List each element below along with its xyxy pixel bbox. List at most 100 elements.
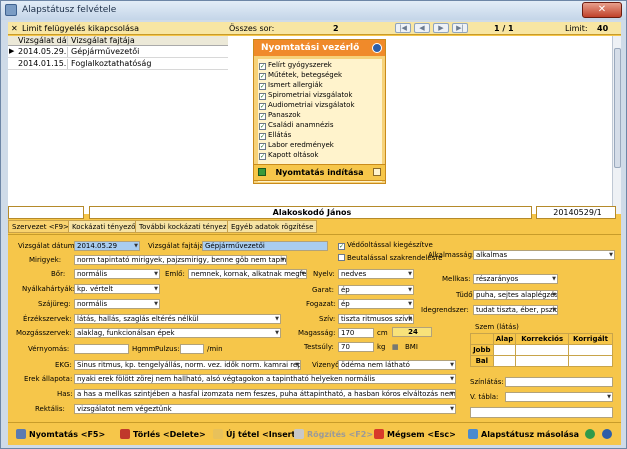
refresh-button[interactable] xyxy=(585,429,598,439)
delete-icon xyxy=(120,429,130,439)
fog-label: Fogazat: xyxy=(306,300,336,308)
grid-scrollbar[interactable] xyxy=(612,36,621,214)
erek-field[interactable]: nyaki erek fölött zörej nem hallható, al… xyxy=(74,374,456,384)
emlo-field[interactable]: nemnek, kornak, alkatnak megfelelő xyxy=(188,269,307,279)
tudo-field[interactable]: puha, sejtes alaplégzés xyxy=(473,290,558,300)
has-field[interactable]: a has a mellkas szintjében a hasfal izom… xyxy=(74,389,456,399)
referral-checkbox[interactable]: Beutalással szakrendelésre xyxy=(338,254,442,263)
bmi-value: 24 xyxy=(392,327,432,337)
mozg-field[interactable]: alaklag, funkcionálsan épek xyxy=(74,328,281,338)
check-icon xyxy=(258,168,266,176)
eye-cell[interactable] xyxy=(515,355,569,367)
new-label: Új tétel <Insert> xyxy=(226,430,303,439)
tab-kockazati[interactable]: Kockázati tényezők xyxy=(68,220,144,233)
suly-field[interactable]: 70 xyxy=(338,342,374,352)
cancel-button[interactable]: Mégsem <Esc> xyxy=(374,429,456,439)
bor-field[interactable]: normális xyxy=(74,269,160,279)
main-window: Alapstátusz felvétele ✕ ✕ Limit felügyel… xyxy=(0,0,627,449)
ekg-field[interactable]: Sinus ritmus, kp. tengelyállás, norm. ve… xyxy=(74,360,301,370)
has-label: Has: xyxy=(57,390,73,398)
szaj-field[interactable]: normális xyxy=(74,299,160,309)
exam-form: Vizsgálat dátuma: 2014.05.29 Vizsgálat f… xyxy=(8,234,621,421)
window-title: Alapstátusz felvétele xyxy=(22,5,117,15)
print-option[interactable]: ✓ Ismert allergiák xyxy=(259,81,323,90)
sziv-field[interactable]: tiszta ritmusos szívhangok xyxy=(338,314,414,324)
copy-button[interactable]: Alapstátusz másolása xyxy=(468,429,579,439)
print-button[interactable]: Nyomtatás <F5> xyxy=(16,429,105,439)
bmi-icon[interactable]: ▦ xyxy=(392,343,399,351)
vaccination-checkbox[interactable]: ✓ Védőoltással kiegészítve xyxy=(338,241,433,250)
save-button[interactable]: Rögzítés <F2> xyxy=(294,429,373,439)
eye-cell[interactable] xyxy=(492,355,517,367)
print-start-button[interactable]: Nyomtatás indítása xyxy=(253,164,386,181)
last-page-button[interactable]: ▶| xyxy=(452,23,468,33)
col-type-header[interactable]: Vizsgálat fajtája xyxy=(69,36,227,45)
close-x-icon[interactable]: ✕ xyxy=(11,24,18,33)
total-label: Összes sor: xyxy=(229,24,275,33)
panel-close-icon[interactable] xyxy=(372,43,382,53)
limit-value: 40 xyxy=(597,24,609,33)
next-page-button[interactable]: ▶ xyxy=(433,23,449,33)
first-page-button[interactable]: |◀ xyxy=(395,23,411,33)
tab-egyeb-adatok[interactable]: Egyéb adatok rögzítése xyxy=(227,220,318,233)
print-option[interactable]: ✓ Műtétek, betegségek xyxy=(259,71,342,80)
client-area: ✕ Limit felügyelés kikapcsolása Összes s… xyxy=(8,22,621,445)
date-field[interactable]: 2014.05.29 xyxy=(74,241,140,251)
tab-tovabbi-kockazati[interactable]: További kockázati tényezők xyxy=(135,220,239,233)
garat-label: Garat: xyxy=(312,286,334,294)
mag-unit: cm xyxy=(377,329,388,337)
nyelv-label: Nyelv: xyxy=(313,270,335,278)
eye-col-header: Alap xyxy=(492,333,517,345)
print-option[interactable]: ✓ Kapott oltások xyxy=(259,151,318,160)
nyelv-field[interactable]: nedves xyxy=(338,269,414,279)
nyak-field[interactable]: kp. vértelt xyxy=(74,284,160,294)
erek-label: Erek állapota: xyxy=(24,375,73,383)
help-button[interactable] xyxy=(602,429,615,439)
type-field[interactable]: Gépjárművezetői xyxy=(202,241,328,251)
table-row[interactable]: 2014.01.15. Foglalkoztathatóság xyxy=(8,59,228,70)
grid-header: Vizsgálat dátuma Vizsgálat fajtája xyxy=(8,36,228,46)
eye-cell[interactable] xyxy=(567,344,614,356)
eye-cell[interactable] xyxy=(492,344,517,356)
pager-text: 1 / 1 xyxy=(494,24,514,33)
ideg-field[interactable]: tudat tiszta, éber, pszich xyxy=(473,305,558,315)
new-button[interactable]: Új tétel <Insert> xyxy=(213,429,302,439)
fog-field[interactable]: ép xyxy=(338,299,414,309)
type-label: Vizsgálat fajtája: xyxy=(148,242,207,250)
mirigy-field[interactable]: norm tapintató mirigyek, pajzsmirigy, be… xyxy=(74,255,287,265)
print-option[interactable]: ✓ Spirometriai vizsgálatok xyxy=(259,91,352,100)
vizeny-field[interactable]: ödéma nem látható xyxy=(338,360,456,370)
rekt-field[interactable]: vizsgálatot nem végeztünk xyxy=(74,404,456,414)
vern-field[interactable] xyxy=(74,344,129,354)
limit-toggle[interactable]: Limit felügyelés kikapcsolása xyxy=(22,24,139,33)
print-option[interactable]: ✓ Családi anamnézis xyxy=(259,121,334,130)
tab-szervezet[interactable]: Szervezet <F9> xyxy=(8,220,73,233)
mell-field[interactable]: részarányos xyxy=(473,274,558,284)
print-option[interactable]: ✓ Labor eredmények xyxy=(259,141,334,150)
erz-field[interactable]: látás, hallás, szaglás eltérés nélkül xyxy=(74,314,281,324)
print-panel-title-text: Nyomtatási vezérlő xyxy=(261,43,360,53)
scroll-thumb[interactable] xyxy=(614,48,621,168)
close-button[interactable]: ✕ xyxy=(582,2,622,18)
pulz-field[interactable] xyxy=(180,344,204,354)
vtabla-field[interactable] xyxy=(505,392,613,402)
eye-note-field[interactable] xyxy=(470,407,613,418)
szin-field[interactable] xyxy=(505,377,613,387)
delete-button[interactable]: Törlés <Delete> xyxy=(120,429,206,439)
garat-field[interactable]: ép xyxy=(338,285,414,295)
eye-cell[interactable] xyxy=(515,344,569,356)
alk-field[interactable]: alkalmas xyxy=(473,250,615,260)
print-option[interactable]: ✓ Felírt gyógyszerek xyxy=(259,61,332,70)
eye-cell[interactable] xyxy=(567,355,614,367)
print-option[interactable]: ✓ Audiometriai vizsgálatok xyxy=(259,101,355,110)
col-date-header[interactable]: Vizsgálat dátuma xyxy=(16,36,68,45)
print-option[interactable]: ✓ Ellátás xyxy=(259,131,291,140)
mag-field[interactable]: 170 xyxy=(338,328,374,338)
eye-row-header: Bal xyxy=(470,355,494,367)
suly-unit: kg xyxy=(377,343,386,351)
print-option[interactable]: ✓ Panaszok xyxy=(259,111,301,120)
cell-date: 2014.05.29. xyxy=(18,47,68,57)
prev-page-button[interactable]: ◀ xyxy=(414,23,430,33)
table-row[interactable]: ▶ 2014.05.29. Gépjárművezetői xyxy=(8,47,228,58)
copy-label: Alapstátusz másolása xyxy=(481,430,580,439)
